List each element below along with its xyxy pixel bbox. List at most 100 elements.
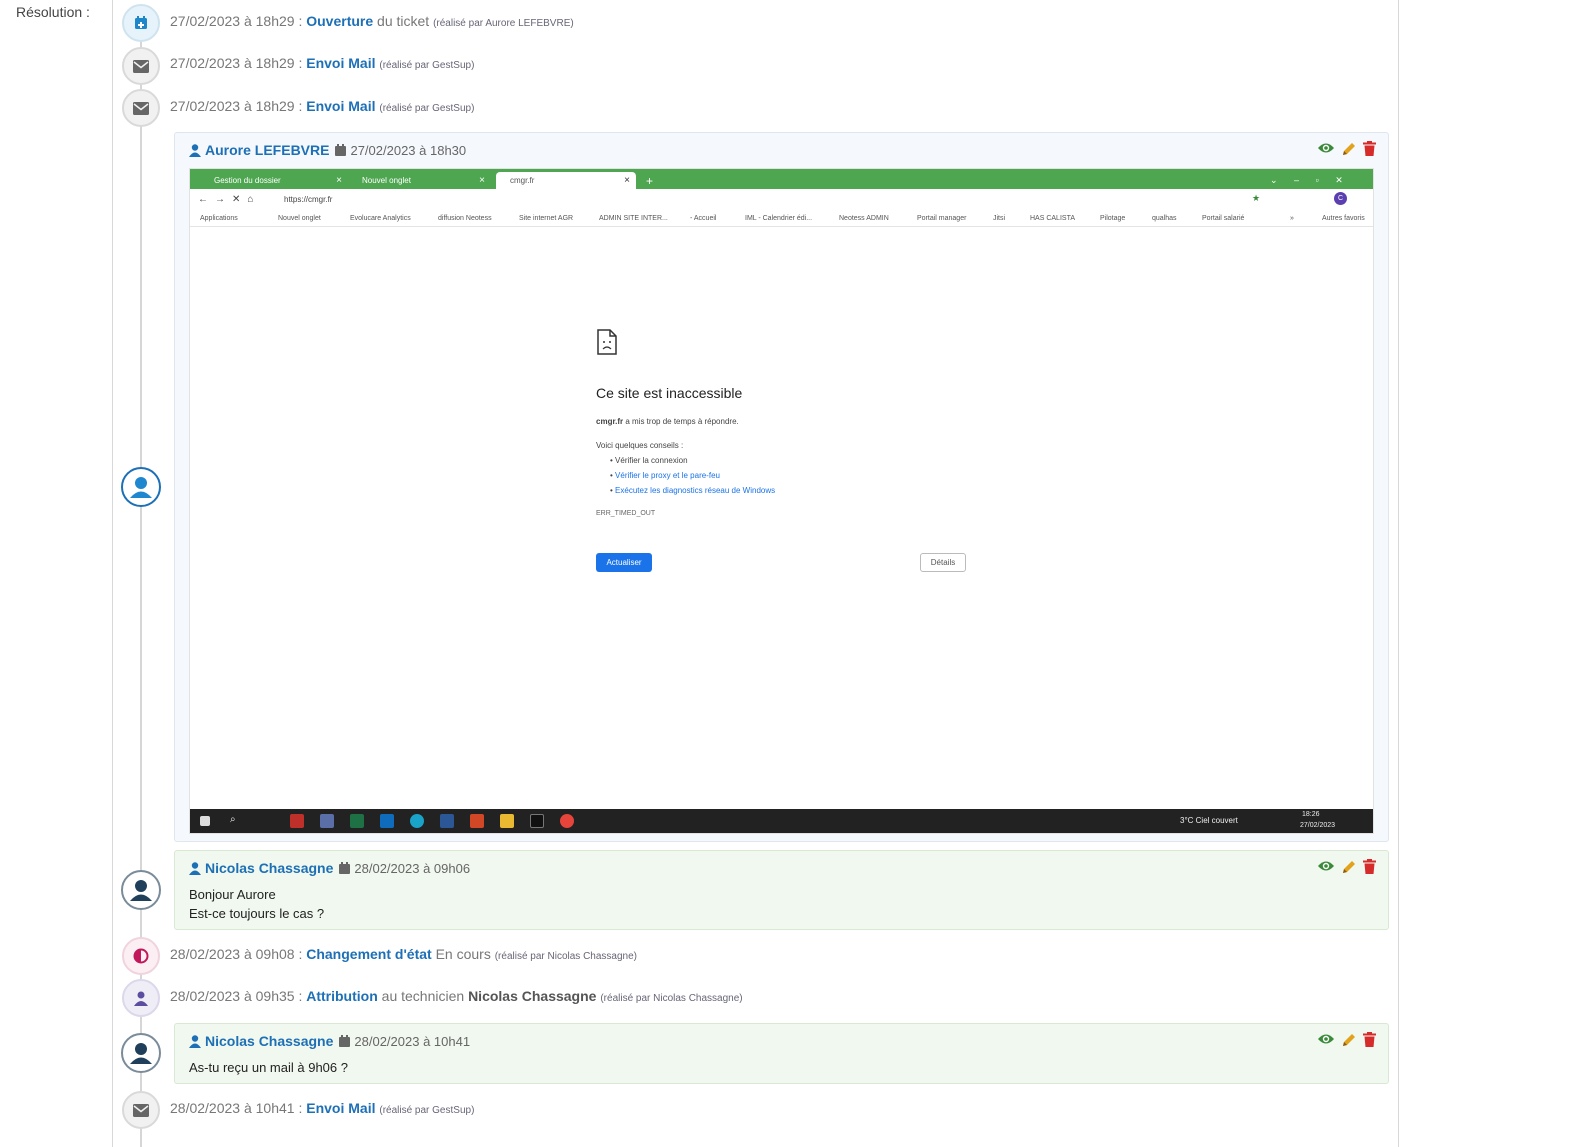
clock-time: 18:26 bbox=[1302, 811, 1320, 818]
comment-line: Bonjour Aurore bbox=[189, 887, 276, 902]
bookmark: Jitsi bbox=[993, 215, 1006, 222]
comment-actions bbox=[1317, 1032, 1376, 1048]
eye-icon[interactable] bbox=[1317, 859, 1335, 873]
windows-start-icon bbox=[200, 816, 210, 826]
powerpoint-icon bbox=[470, 814, 484, 828]
comment-header: Nicolas Chassagne 28/02/2023 à 10h41 bbox=[189, 1033, 470, 1049]
event-detail: En cours bbox=[431, 946, 491, 962]
event-action-link[interactable]: Envoi Mail bbox=[306, 98, 375, 114]
comment-author[interactable]: Aurore LEFEBVRE bbox=[205, 142, 329, 158]
event-author: (réalisé par Nicolas Chassagne) bbox=[494, 951, 638, 962]
close-icon: × bbox=[479, 175, 485, 186]
comment-actions bbox=[1317, 859, 1376, 875]
bookmark: diffusion Neotess bbox=[438, 215, 492, 222]
terminal-icon bbox=[530, 814, 544, 828]
trash-icon[interactable] bbox=[1363, 141, 1376, 156]
event-status-change: 28/02/2023 à 09h08 : Changement d'état E… bbox=[170, 946, 637, 962]
app-icon bbox=[320, 814, 334, 828]
comment-author[interactable]: Nicolas Chassagne bbox=[205, 860, 333, 876]
event-date: 27/02/2023 à 18h29 : bbox=[170, 98, 303, 114]
envelope-icon bbox=[122, 47, 160, 85]
trash-icon[interactable] bbox=[1363, 1032, 1376, 1047]
tab-label: Gestion du dossier bbox=[214, 176, 281, 185]
envelope-icon bbox=[122, 1091, 160, 1129]
event-author: (réalisé par Aurore LEFEBVRE) bbox=[433, 18, 574, 29]
event-action-link[interactable]: Attribution bbox=[306, 988, 378, 1004]
comment-body: Bonjour Aurore Est-ce toujours le cas ? bbox=[189, 885, 324, 923]
event-date: 28/02/2023 à 09h08 : bbox=[170, 946, 303, 962]
comment-author[interactable]: Nicolas Chassagne bbox=[205, 1033, 333, 1049]
comment-line: Est-ce toujours le cas ? bbox=[189, 906, 325, 921]
word-icon bbox=[440, 814, 454, 828]
event-action-link[interactable]: Changement d'état bbox=[306, 946, 431, 962]
tip-item: • Vérifier le proxy et le pare-feu bbox=[610, 471, 720, 480]
comment-actions bbox=[1317, 141, 1376, 157]
tab-label: Nouvel onglet bbox=[362, 176, 411, 185]
event-date: 28/02/2023 à 10h41 : bbox=[170, 1100, 303, 1116]
user-icon bbox=[189, 143, 201, 157]
comment-date-text: 28/02/2023 à 10h41 bbox=[354, 1033, 471, 1049]
tip-item: • Vérifier la connexion bbox=[610, 456, 688, 465]
half-circle-icon bbox=[122, 937, 160, 975]
clock-date: 27/02/2023 bbox=[1300, 822, 1336, 829]
comment-header: Nicolas Chassagne 28/02/2023 à 09h06 bbox=[189, 860, 470, 876]
bookmark: » bbox=[1290, 215, 1294, 222]
pencil-icon[interactable] bbox=[1341, 141, 1357, 157]
bookmark: - Accueil bbox=[690, 215, 717, 222]
browser-tab: Gestion du dossier × bbox=[200, 172, 348, 189]
bookmark: Nouvel onglet bbox=[278, 215, 321, 222]
trash-icon[interactable] bbox=[1363, 859, 1376, 874]
comment-date-text: 28/02/2023 à 09h06 bbox=[354, 860, 471, 876]
close-icon: × bbox=[336, 175, 342, 186]
bookmark: Pilotage bbox=[1100, 215, 1126, 222]
browser-address-bar: ←→✕⌂ https://cmgr.fr ★ C bbox=[190, 189, 1373, 211]
eye-icon[interactable] bbox=[1317, 141, 1335, 155]
pencil-icon[interactable] bbox=[1341, 859, 1357, 875]
eye-icon[interactable] bbox=[1317, 1032, 1335, 1046]
comment-date-text: 27/02/2023 à 18h30 bbox=[350, 142, 467, 158]
event-author: (réalisé par Nicolas Chassagne) bbox=[600, 993, 743, 1004]
profile-avatar: C bbox=[1334, 192, 1347, 205]
url-text: https://cmgr.fr bbox=[284, 195, 333, 204]
error-message: cmgr.fr a mis trop de temps à répondre. bbox=[596, 417, 739, 426]
calendar-icon bbox=[335, 144, 347, 156]
star-icon: ★ bbox=[1252, 193, 1261, 203]
attached-screenshot[interactable]: Gestion du dossier × Nouvel onglet × cmgr.… bbox=[189, 168, 1374, 834]
nav-buttons: ←→✕⌂ bbox=[198, 194, 261, 205]
event-author: (réalisé par GestSup) bbox=[379, 60, 475, 71]
details-button: Détails bbox=[920, 553, 966, 572]
plus-icon: + bbox=[646, 173, 654, 188]
user-icon bbox=[189, 1034, 201, 1048]
event-date: 28/02/2023 à 09h35 : bbox=[170, 988, 303, 1004]
pencil-icon[interactable] bbox=[1341, 1032, 1357, 1048]
comment-date: 27/02/2023 à 18h30 bbox=[335, 143, 466, 158]
ticket-resolution-page: Résolution : 27/02/2023 à 18h29 : Ouvert… bbox=[0, 0, 1589, 1147]
comment-line: As-tu reçu un mail à 9h06 ? bbox=[189, 1060, 348, 1075]
calendar-icon bbox=[339, 1035, 351, 1047]
bookmark: Site internet AGR bbox=[519, 215, 574, 222]
bookmark: qualhas bbox=[1152, 215, 1177, 222]
bookmark: IML - Calendrier édi... bbox=[745, 215, 813, 222]
browser-tab: Nouvel onglet × bbox=[348, 172, 491, 189]
event-action-link[interactable]: Envoi Mail bbox=[306, 1100, 375, 1116]
comment-date: 28/02/2023 à 09h06 bbox=[339, 861, 470, 876]
user-icon bbox=[122, 979, 160, 1017]
event-action-link[interactable]: Ouverture bbox=[306, 13, 373, 29]
comment-header: Aurore LEFEBVRE 27/02/2023 à 18h30 bbox=[189, 142, 466, 158]
tip-text: Vérifier la connexion bbox=[615, 456, 688, 465]
error-title: Ce site est inaccessible bbox=[596, 385, 743, 401]
comment-body: As-tu reçu un mail à 9h06 ? bbox=[189, 1058, 348, 1077]
tab-label: cmgr.fr bbox=[510, 176, 535, 185]
event-detail: au technicien bbox=[377, 988, 469, 1004]
event-author: (réalisé par GestSup) bbox=[379, 103, 475, 114]
event-action-link[interactable]: Envoi Mail bbox=[306, 55, 375, 71]
event-ticket-opened: 27/02/2023 à 18h29 : Ouverture du ticket… bbox=[170, 13, 574, 29]
event-assignment: 28/02/2023 à 09h35 : Attribution au tech… bbox=[170, 988, 743, 1004]
app-icon bbox=[290, 814, 304, 828]
edge-icon bbox=[410, 814, 424, 828]
tips-title: Voici quelques conseils : bbox=[596, 441, 684, 450]
avatar bbox=[121, 870, 161, 910]
outlook-icon bbox=[380, 814, 394, 828]
event-date: 27/02/2023 à 18h29 : bbox=[170, 13, 303, 29]
bookmark: ADMIN SITE INTER... bbox=[599, 215, 668, 222]
